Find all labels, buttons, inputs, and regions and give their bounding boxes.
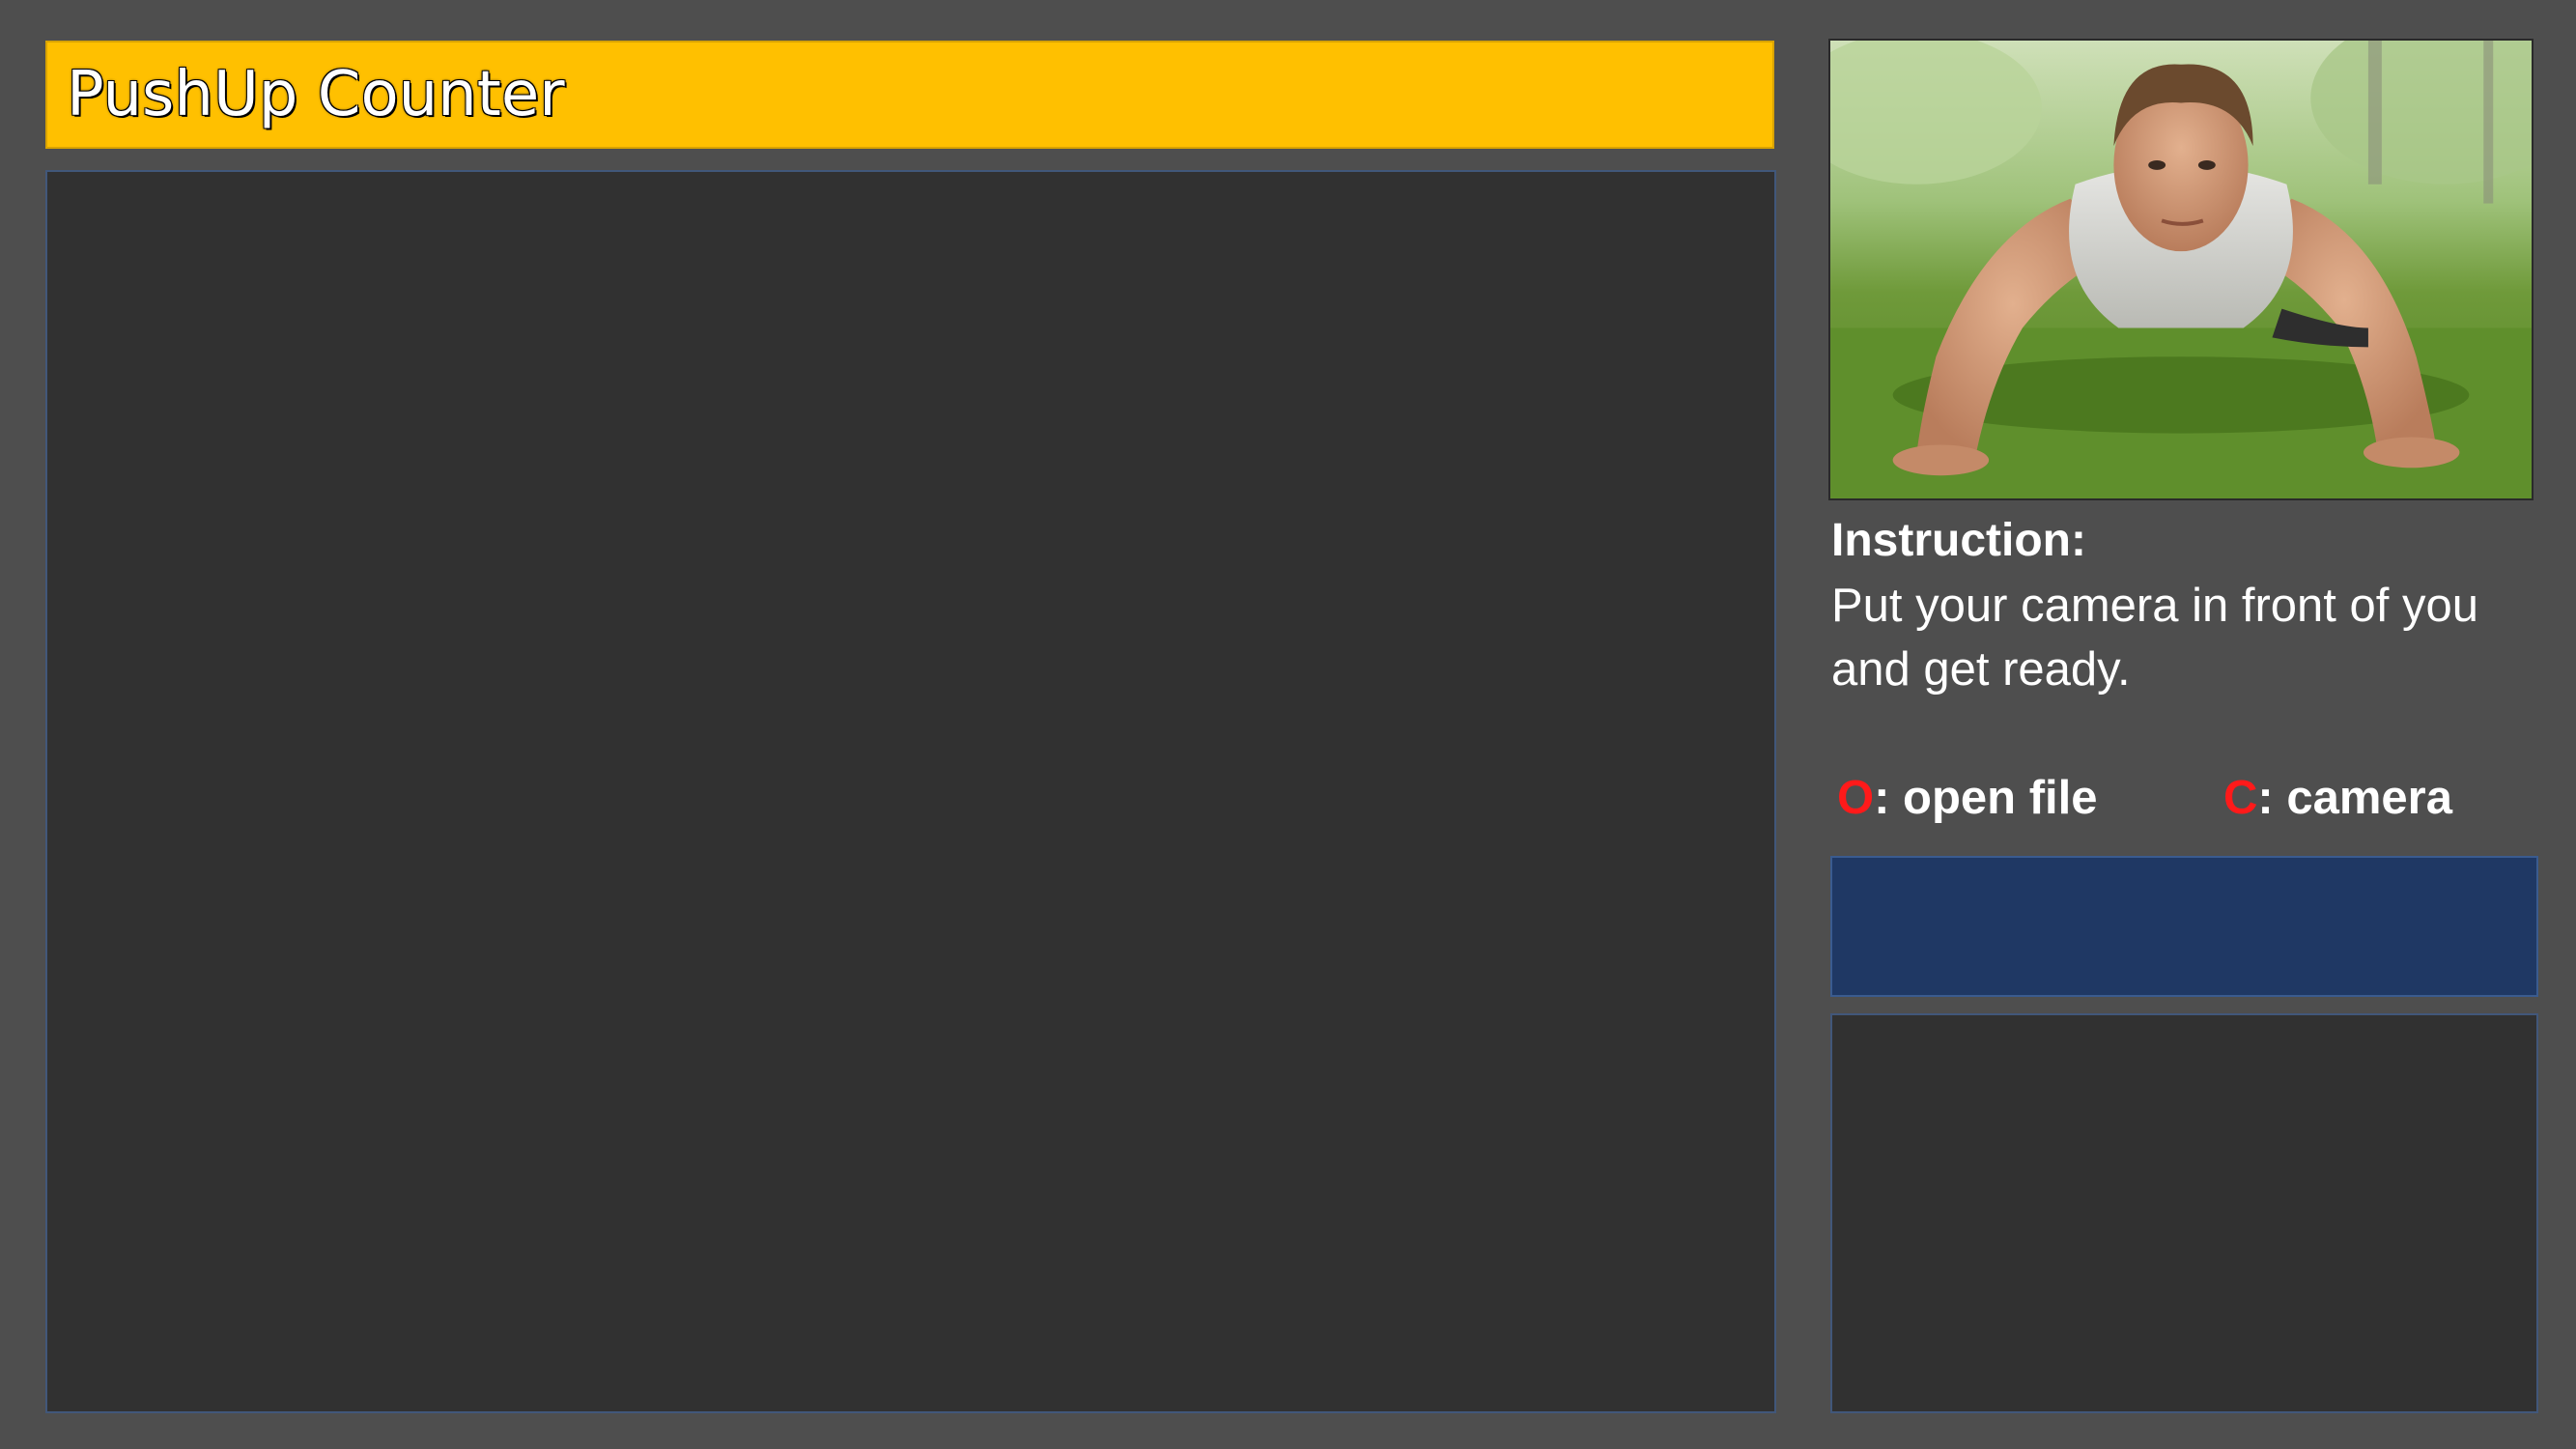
open-file-label: : open file (1874, 772, 2098, 824)
camera-preview-panel (1830, 1013, 2538, 1413)
camera-label: : camera (2257, 772, 2452, 824)
open-file-shortcut[interactable]: O: open file (1837, 771, 2098, 825)
video-display-panel (45, 170, 1776, 1413)
instruction-text: Put your camera in front of you and get … (1831, 580, 2478, 696)
title-bar: PushUp Counter (45, 41, 1774, 149)
camera-key: C (2223, 772, 2258, 824)
pushup-count-panel (1830, 856, 2538, 997)
camera-shortcut[interactable]: C: camera (2223, 771, 2452, 825)
open-file-key: O (1837, 772, 1875, 824)
app-title: PushUp Counter (67, 59, 565, 130)
instruction-heading: Instruction: (1831, 515, 2086, 566)
reference-photo (1828, 39, 2534, 500)
pushup-photo-icon (1830, 41, 2532, 498)
